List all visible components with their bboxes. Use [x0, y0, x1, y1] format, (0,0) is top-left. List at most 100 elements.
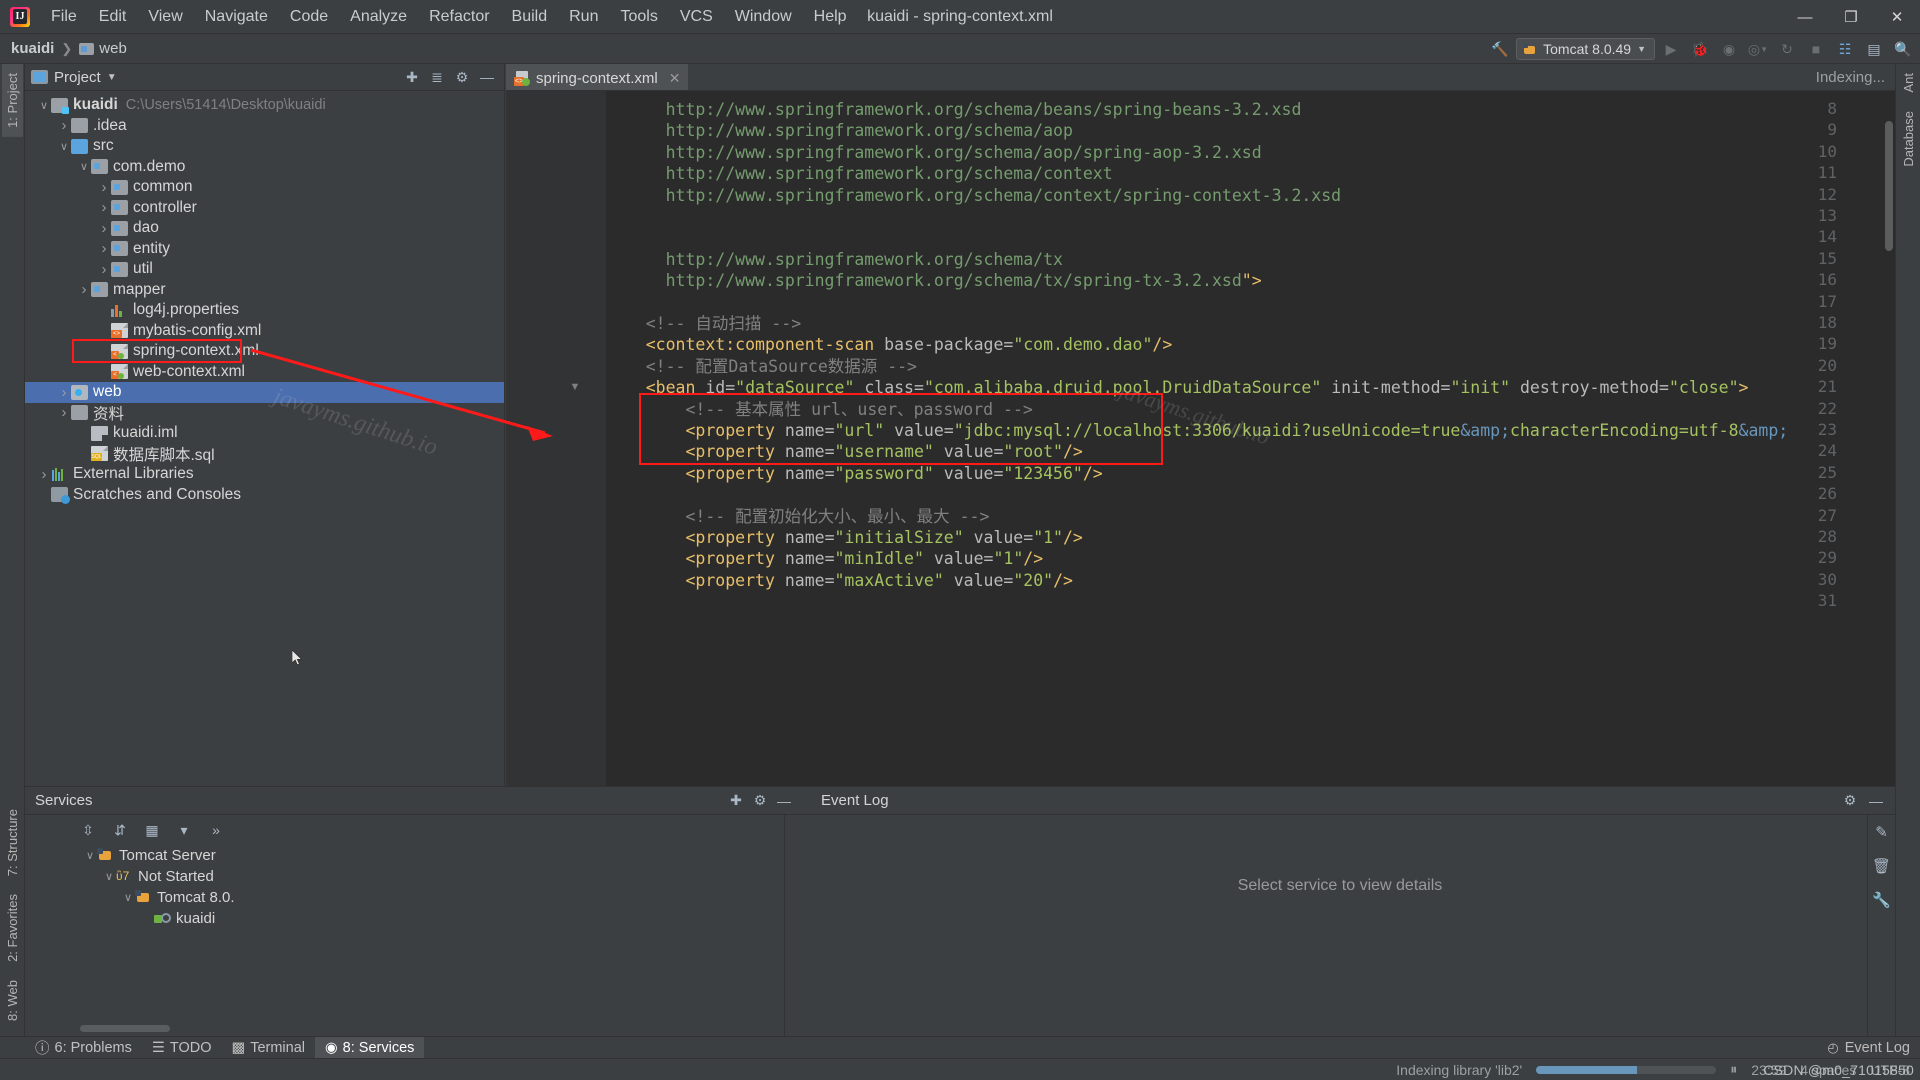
tree-toggle-icon[interactable]	[37, 466, 51, 483]
event-log-strip-label[interactable]: Event Log	[1845, 1040, 1910, 1056]
code-line[interactable]: <property name="password" value="123456"…	[606, 463, 1103, 484]
strip-item-todo[interactable]: ☰ TODO	[142, 1037, 222, 1059]
debug-icon[interactable]: 🐞	[1687, 37, 1713, 61]
code-line[interactable]: <!-- 配置DataSource数据源 -->	[606, 356, 917, 377]
tree-item--sql[interactable]: SQL数据库脚本.sql	[25, 444, 504, 465]
maximize-button[interactable]: ❐	[1828, 0, 1874, 34]
menu-window[interactable]: Window	[724, 4, 803, 30]
tree-toggle-icon[interactable]	[97, 261, 111, 278]
tree-toggle-icon[interactable]	[57, 384, 71, 401]
tree-toggle-icon[interactable]	[57, 404, 71, 421]
fold-marker-icon[interactable]: ▼	[568, 381, 582, 393]
tree-item-scratches-and-consoles[interactable]: Scratches and Consoles	[25, 485, 504, 506]
hammer-icon[interactable]: 🔨	[1487, 37, 1513, 61]
menu-file[interactable]: File	[40, 4, 88, 30]
tree-toggle-icon[interactable]	[102, 870, 116, 883]
locate-icon[interactable]: ✚	[725, 791, 747, 811]
strip-item-terminal[interactable]: ▩ Terminal	[222, 1037, 316, 1059]
tree-item--idea[interactable]: .idea	[25, 116, 504, 137]
menu-tools[interactable]: Tools	[609, 4, 668, 30]
hide-icon[interactable]: —	[773, 791, 795, 811]
layout-icon[interactable]: ☷	[1832, 37, 1858, 61]
code-line[interactable]: http://www.springframework.org/schema/tx	[606, 249, 1063, 270]
strip-item-services[interactable]: ◉ 8: Services	[315, 1037, 424, 1059]
tree-item-dao[interactable]: dao	[25, 218, 504, 239]
menu-code[interactable]: Code	[279, 4, 339, 30]
tree-item-mybatis-config-xml[interactable]: <>mybatis-config.xml	[25, 321, 504, 342]
code-line[interactable]: <property name="initialSize" value="1"/>	[606, 527, 1083, 548]
code-line[interactable]: <!-- 自动扫描 -->	[606, 313, 801, 334]
more-icon[interactable]: »	[205, 819, 227, 841]
code-line[interactable]: http://www.springframework.org/schema/be…	[606, 99, 1301, 120]
menu-edit[interactable]: Edit	[88, 4, 138, 30]
hide-icon[interactable]: —	[1865, 791, 1887, 811]
services-tree-item-not-started[interactable]: ὒ7Not Started	[65, 866, 784, 887]
breadcrumb-web[interactable]: web	[76, 40, 130, 57]
tree-item-kuaidi-iml[interactable]: kuaidi.iml	[25, 423, 504, 444]
close-tab-icon[interactable]: ✕	[669, 70, 681, 87]
tree-item-mapper[interactable]: mapper	[25, 280, 504, 301]
tree-item-web-context-xml[interactable]: <web-context.xml	[25, 362, 504, 383]
locate-icon[interactable]: ✚	[401, 67, 423, 87]
menu-navigate[interactable]: Navigate	[194, 4, 279, 30]
tree-item-spring-context-xml[interactable]: <spring-context.xml	[25, 341, 504, 362]
services-tree-item-tomcat-server[interactable]: Tomcat Server	[65, 845, 784, 866]
code-line[interactable]: <bean id="dataSource" class="com.alibaba…	[606, 377, 1748, 398]
close-button[interactable]: ✕	[1874, 0, 1920, 34]
breadcrumb-project[interactable]: kuaidi	[8, 40, 57, 57]
window-controls[interactable]: — ❐ ✕	[1782, 0, 1920, 34]
tree-toggle-icon[interactable]	[97, 199, 111, 216]
code-line[interactable]: <!-- 基本属性 url、user、password -->	[606, 399, 1033, 420]
collapse-all-icon[interactable]: ≣	[426, 67, 448, 87]
sidebar-item-favorites[interactable]: 2: Favorites	[2, 885, 23, 971]
settings-gear-icon[interactable]: ⚙	[1839, 791, 1861, 811]
code-line[interactable]: <!-- 配置初始化大小、最小、最大 -->	[606, 506, 989, 527]
tree-toggle-icon[interactable]	[97, 179, 111, 196]
tree-toggle-icon[interactable]	[57, 140, 71, 153]
code-line[interactable]: http://www.springframework.org/schema/ao…	[606, 120, 1073, 141]
sidebar-item-database[interactable]: Database	[1898, 102, 1919, 176]
tab-spring-context-xml[interactable]: <> spring-context.xml ✕	[506, 64, 688, 90]
sidebar-item-structure[interactable]: 7: Structure	[2, 800, 23, 885]
tree-toggle-icon[interactable]	[83, 849, 97, 862]
settings-gear-icon[interactable]: ⚙	[749, 791, 771, 811]
strip-item-problems[interactable]: ⓘ 6: Problems	[25, 1037, 142, 1059]
menu-help[interactable]: Help	[803, 4, 858, 30]
tree-toggle-icon[interactable]	[121, 891, 135, 904]
tree-toggle-icon[interactable]	[97, 220, 111, 237]
settings-gear-icon[interactable]: ⚙	[451, 67, 473, 87]
services-tree-item-tomcat-8-0-[interactable]: Tomcat 8.0.	[65, 887, 784, 908]
code-line[interactable]: <property name="minIdle" value="1"/>	[606, 548, 1043, 569]
sidebar-item-project[interactable]: 1: Project	[2, 64, 23, 137]
menu-run[interactable]: Run	[558, 4, 609, 30]
code-line[interactable]: http://www.springframework.org/schema/ao…	[606, 142, 1262, 163]
code-line[interactable]: <context:component-scan base-package="co…	[606, 334, 1172, 355]
tree-toggle-icon[interactable]	[57, 117, 71, 134]
tree-item-kuaidi[interactable]: kuaidiC:\Users\51414\Desktop\kuaidi	[25, 95, 504, 116]
filter-icon[interactable]: ▾	[173, 819, 195, 841]
menu-vcs[interactable]: VCS	[669, 4, 724, 30]
tree-toggle-icon[interactable]	[77, 160, 91, 173]
tree-item-web[interactable]: web	[25, 382, 504, 403]
tree-toggle-icon[interactable]	[37, 99, 51, 112]
tree-item-entity[interactable]: entity	[25, 239, 504, 260]
run-icon[interactable]: ▶	[1658, 37, 1684, 61]
minimize-button[interactable]: —	[1782, 0, 1828, 34]
collapse-all-icon[interactable]: ⇵	[109, 819, 131, 841]
tree-item-util[interactable]: util	[25, 259, 504, 280]
sidebar-item-web[interactable]: 8: Web	[2, 971, 23, 1030]
menu-analyze[interactable]: Analyze	[339, 4, 418, 30]
stop-icon[interactable]: ■	[1803, 37, 1829, 61]
menu-bar[interactable]: FileEditViewNavigateCodeAnalyzeRefactorB…	[40, 4, 858, 30]
services-scrollbar[interactable]	[80, 1025, 170, 1032]
group-icon[interactable]: ▦	[141, 819, 163, 841]
pause-icon[interactable]: ⏸	[1730, 1061, 1737, 1078]
profile-icon[interactable]: ◎▼	[1745, 37, 1771, 61]
tree-item-com-demo[interactable]: com.demo	[25, 157, 504, 178]
run-configuration-selector[interactable]: Tomcat 8.0.49 ▼	[1516, 38, 1655, 60]
services-tree[interactable]: Tomcat Serverὒ7Not StartedTomcat 8.0.kua…	[65, 845, 784, 1014]
tree-item--[interactable]: 资料	[25, 403, 504, 424]
event-log-indicator-icon[interactable]: ◴	[1827, 1040, 1838, 1056]
tree-item-src[interactable]: src	[25, 136, 504, 157]
tree-toggle-icon[interactable]	[77, 281, 91, 298]
